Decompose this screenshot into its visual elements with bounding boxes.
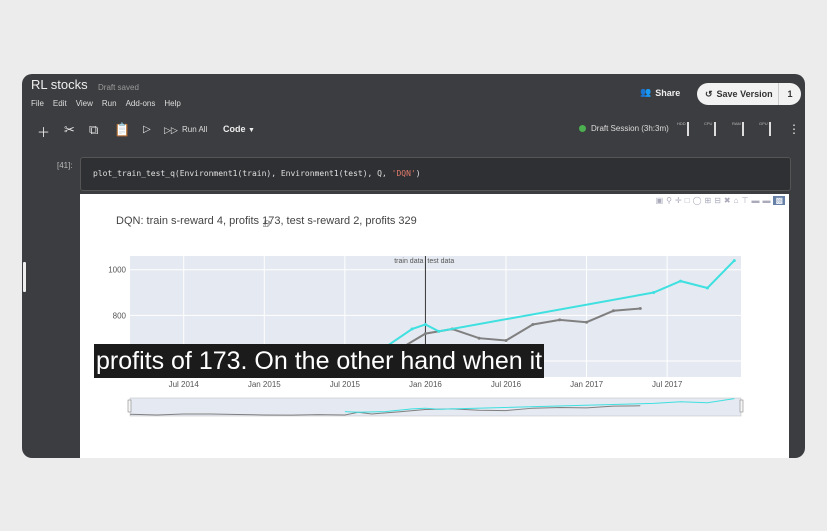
menu-help[interactable]: Help [164, 99, 180, 108]
chart-svg[interactable]: 6008001000Jul 2014Jan 2015Jul 2015Jan 20… [80, 194, 789, 458]
annotation-train: train data [394, 258, 423, 265]
menu-bar: File Edit View Run Add-ons Help [31, 99, 190, 108]
menu-edit[interactable]: Edit [53, 99, 67, 108]
resource-ram: RAM [732, 121, 741, 126]
resource-gpu: GPU [759, 121, 768, 126]
resource-cpu: CPU [704, 121, 713, 126]
data-point-train [504, 338, 508, 342]
code-suffix: ) [415, 169, 421, 178]
menu-view[interactable]: View [76, 99, 93, 108]
resource-gpu-bar [769, 122, 771, 136]
annotation-test: test data [427, 258, 454, 265]
people-icon: 👥 [640, 87, 652, 97]
data-point-test [732, 259, 736, 263]
copy-icon[interactable]: ⧉ [89, 122, 98, 138]
x-tick-label: Jul 2017 [652, 380, 683, 389]
range-handle-right [739, 399, 744, 413]
data-point-train [611, 309, 615, 313]
more-options-icon[interactable]: ⋮ [788, 122, 800, 136]
data-point-test [437, 329, 441, 333]
share-label: Share [655, 87, 681, 98]
data-point-test [423, 322, 427, 326]
save-status: Draft saved [98, 83, 139, 92]
data-point-train [638, 307, 642, 311]
drag-handle[interactable] [23, 262, 26, 292]
x-tick-label: Jan 2017 [570, 380, 603, 389]
menu-file[interactable]: File [31, 99, 44, 108]
version-count[interactable]: 1 [778, 83, 801, 105]
session-status[interactable]: Draft Session (3h:3m) [579, 124, 669, 133]
x-tick-label: Jul 2016 [491, 380, 522, 389]
notebook-title[interactable]: RL stocks [31, 77, 88, 92]
x-tick-label: Jul 2015 [330, 380, 361, 389]
save-version-label: Save Version [716, 89, 773, 99]
share-button[interactable]: 👥 Share [640, 87, 680, 98]
paste-icon[interactable]: 📋 [114, 122, 130, 138]
chevron-down-icon: ▼ [248, 127, 255, 134]
data-point-test [652, 291, 656, 295]
resource-hdd-bar [687, 122, 689, 136]
session-label: Draft Session (3h:3m) [591, 124, 669, 133]
cell-prompt: [41]: [57, 161, 73, 170]
notebook-window: RL stocks Draft saved File Edit View Run… [22, 74, 805, 458]
code-cell[interactable]: plot_train_test_q(Environment1(train), E… [80, 157, 791, 191]
y-tick-label: 800 [113, 311, 127, 320]
y-tick-label: 1000 [108, 266, 126, 275]
cell-type-label: Code [223, 124, 246, 134]
data-point-train [558, 318, 562, 322]
code-prefix: plot_train_test_q(Environment1(train), E… [93, 169, 392, 178]
history-icon: ↺ [705, 88, 713, 99]
cell-type-select[interactable]: Code ▼ [223, 124, 255, 134]
cut-icon[interactable]: ✂ [64, 122, 75, 138]
video-caption: profits of 173. On the other hand when i… [94, 344, 545, 378]
data-point-test [410, 327, 414, 331]
x-tick-label: Jul 2014 [169, 380, 200, 389]
cell-output: ▣ ⚲ ✛ □ ◯ ⊞ ⊟ ✖ ⌂ ⊤ ▬ ▬ ▩ DQN: train s-r… [80, 194, 789, 458]
resource-cpu-bar [714, 122, 716, 136]
add-cell-icon[interactable]: ＋ [37, 122, 50, 141]
data-point-test [705, 286, 709, 290]
data-point-train [585, 320, 589, 324]
resource-hdd: HDD [677, 121, 686, 126]
data-point-train [477, 336, 481, 340]
x-tick-label: Jan 2015 [248, 380, 281, 389]
data-point-train [423, 332, 427, 336]
range-slider [129, 397, 742, 417]
code-string: 'DQN' [391, 169, 416, 178]
status-dot-icon [579, 125, 586, 132]
data-point-test [679, 279, 683, 283]
run-all-icon[interactable]: ▷▷ [164, 125, 178, 136]
code-text[interactable]: plot_train_test_q(Environment1(train), E… [93, 169, 421, 178]
resource-ram-bar [742, 122, 744, 136]
menu-addons[interactable]: Add-ons [126, 99, 156, 108]
x-tick-label: Jan 2016 [409, 380, 442, 389]
data-point-train [531, 322, 535, 326]
range-handle-left [127, 399, 132, 413]
menu-run[interactable]: Run [102, 99, 117, 108]
save-version-button[interactable]: ↺ Save Version 1 [697, 83, 801, 105]
run-all-button[interactable]: Run All [182, 125, 207, 134]
run-icon[interactable]: ▷ [143, 124, 151, 135]
